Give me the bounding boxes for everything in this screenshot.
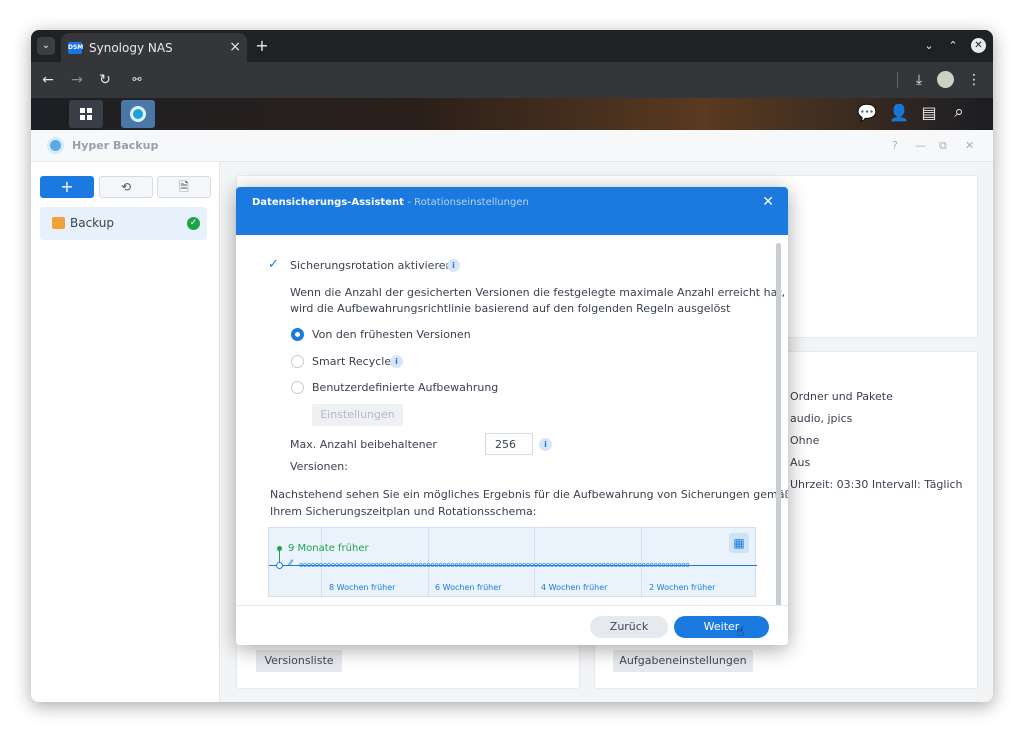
version-list-button[interactable]: Versionsliste <box>256 650 342 672</box>
dialog-subtitle: Rotationseinstellungen <box>414 197 529 208</box>
option-smart-recycle-label: Smart Recycle <box>312 355 392 368</box>
dialog-close-icon[interactable]: ✕ <box>762 194 774 210</box>
backup-task-item[interactable]: Backup ✓ <box>40 207 207 240</box>
dsm-favicon-icon: DSM <box>68 42 83 54</box>
dialog-title-main: Datensicherungs-Assistent <box>252 197 404 208</box>
option-earliest-versions-label: Von den frühesten Versionen <box>312 328 471 341</box>
close-window-icon[interactable]: ✕ <box>971 38 986 53</box>
option-custom-retention-label: Benutzerdefinierte Aufbewahrung <box>312 381 499 394</box>
back-arrow-icon[interactable]: ← <box>40 71 56 89</box>
app-title: Hyper Backup <box>72 139 159 152</box>
mouse-cursor-icon: ☝ <box>736 624 745 640</box>
tab-strip: ⌄ DSM Synology NAS × + ⌄ ⌃ ✕ <box>31 30 993 62</box>
info-encryption: Aus <box>790 456 811 469</box>
dsm-taskbar: 💬 👤 ▤ ⌕ <box>31 98 993 130</box>
tab-search-icon[interactable]: ⌄ <box>37 37 55 55</box>
description-line-1: Wenn die Anzahl der gesicherten Versione… <box>290 286 786 299</box>
timeline-label-2-weeks: 2 Wochen früher <box>649 583 716 592</box>
reload-icon[interactable]: ↻ <box>97 71 113 89</box>
result-description-line-2: Ihrem Sicherungszeitplan und Rotationssc… <box>270 505 537 518</box>
max-versions-info-icon[interactable]: i <box>539 438 552 451</box>
hyper-backup-logo-icon <box>47 137 64 154</box>
profile-avatar[interactable] <box>937 71 954 88</box>
timeline-version-dots: oooooooooooooooooooooooooooooooooooooooo… <box>299 561 690 569</box>
download-icon[interactable]: ⤓ <box>911 71 927 89</box>
enable-rotation-checkbox[interactable]: ✓ <box>268 258 282 272</box>
dialog-header: Datensicherungs-Assistent - Rotationsein… <box>236 187 788 235</box>
add-task-button[interactable]: + <box>40 176 94 198</box>
restore-window-icon[interactable]: ⧉ <box>939 139 947 153</box>
app-header: Hyper Backup ? — ⧉ ✕ <box>31 130 993 162</box>
timeline-break-icon: ⁄⁄ <box>289 559 293 569</box>
package-icon <box>52 217 65 229</box>
search-icon[interactable]: ⌕ <box>949 103 969 121</box>
retention-settings-button[interactable]: Einstellungen <box>312 404 403 426</box>
timeline-label-6-weeks: 6 Wochen früher <box>435 583 502 592</box>
retention-timeline: 9 Monate früher ⁄⁄ ooooooooooooooooooooo… <box>268 527 757 598</box>
next-button[interactable]: Weiter <box>674 616 769 638</box>
back-button[interactable]: Zurück <box>590 616 668 638</box>
restore-button[interactable]: ⟲ <box>99 176 153 198</box>
timeline-start-label: 9 Monate früher <box>288 543 369 554</box>
backup-wizard-dialog: Datensicherungs-Assistent - Rotationsein… <box>236 187 788 645</box>
minimize-icon[interactable]: — <box>915 139 926 152</box>
tab-close-icon[interactable]: × <box>229 39 241 55</box>
toolbar-divider <box>897 72 898 88</box>
info-items: audio, jpics <box>790 412 853 425</box>
success-check-icon: ✓ <box>187 217 200 230</box>
timeline-start-point <box>276 562 283 569</box>
max-versions-input[interactable]: 256 <box>485 433 533 455</box>
max-versions-value: 256 <box>495 438 516 451</box>
result-description-line-1: Nachstehend sehen Sie ein mögliches Erge… <box>270 488 788 501</box>
info-schedule: Uhrzeit: 03:30 Intervall: Täglich <box>790 478 963 491</box>
browser-toolbar: ← → ↻ ⚯ ⤓ ⋮ <box>31 62 993 98</box>
dialog-scrollbar[interactable] <box>776 243 781 607</box>
chevron-up-icon[interactable]: ⌃ <box>945 37 961 55</box>
user-icon[interactable]: 👤 <box>889 104 909 122</box>
browser-tab[interactable]: DSM Synology NAS × <box>61 33 247 62</box>
log-button[interactable]: 🗎 <box>157 176 211 198</box>
enable-rotation-label: Sicherungsrotation aktivieren <box>290 259 453 272</box>
rotation-info-icon[interactable]: i <box>447 259 460 272</box>
dialog-footer: Zurück Weiter ☝ <box>236 605 788 645</box>
timeline-label-4-weeks: 4 Wochen früher <box>541 583 608 592</box>
main-menu-icon[interactable] <box>69 100 103 128</box>
max-versions-label-line-2: Versionen: <box>290 460 348 473</box>
menu-kebab-icon[interactable]: ⋮ <box>967 71 981 89</box>
backup-task-label: Backup <box>70 216 114 230</box>
new-tab-icon[interactable]: + <box>253 37 271 55</box>
help-icon[interactable]: ? <box>892 139 898 152</box>
close-app-icon[interactable]: ✕ <box>965 139 974 152</box>
dialog-title: Datensicherungs-Assistent - Rotationsein… <box>252 197 529 208</box>
hyper-backup-taskbar-icon[interactable] <box>121 100 155 128</box>
description-line-2: wird die Aufbewahrungsrichtlinie basiere… <box>290 302 731 315</box>
forward-arrow-icon[interactable]: → <box>69 71 85 89</box>
widgets-icon[interactable]: ▤ <box>919 104 939 122</box>
chevron-down-icon[interactable]: ⌄ <box>921 37 937 55</box>
task-list-pane: + ⟲ 🗎 Backup ✓ <box>31 162 220 702</box>
task-settings-button[interactable]: Aufgabeneinstellungen <box>613 650 753 672</box>
max-versions-label-line-1: Max. Anzahl beibehaltener <box>290 438 437 451</box>
radio-earliest-versions[interactable] <box>291 328 304 341</box>
smart-recycle-info-icon[interactable]: i <box>390 355 403 368</box>
info-source: Ordner und Pakete <box>790 390 893 403</box>
notifications-icon[interactable]: 💬 <box>857 104 877 122</box>
radio-smart-recycle[interactable] <box>291 355 304 368</box>
calendar-icon[interactable]: ▦ <box>729 533 749 553</box>
site-settings-icon[interactable]: ⚯ <box>129 71 145 89</box>
info-compression: Ohne <box>790 434 820 447</box>
timeline-label-8-weeks: 8 Wochen früher <box>329 583 396 592</box>
radio-custom-retention[interactable] <box>291 381 304 394</box>
tab-title: Synology NAS <box>89 41 173 55</box>
